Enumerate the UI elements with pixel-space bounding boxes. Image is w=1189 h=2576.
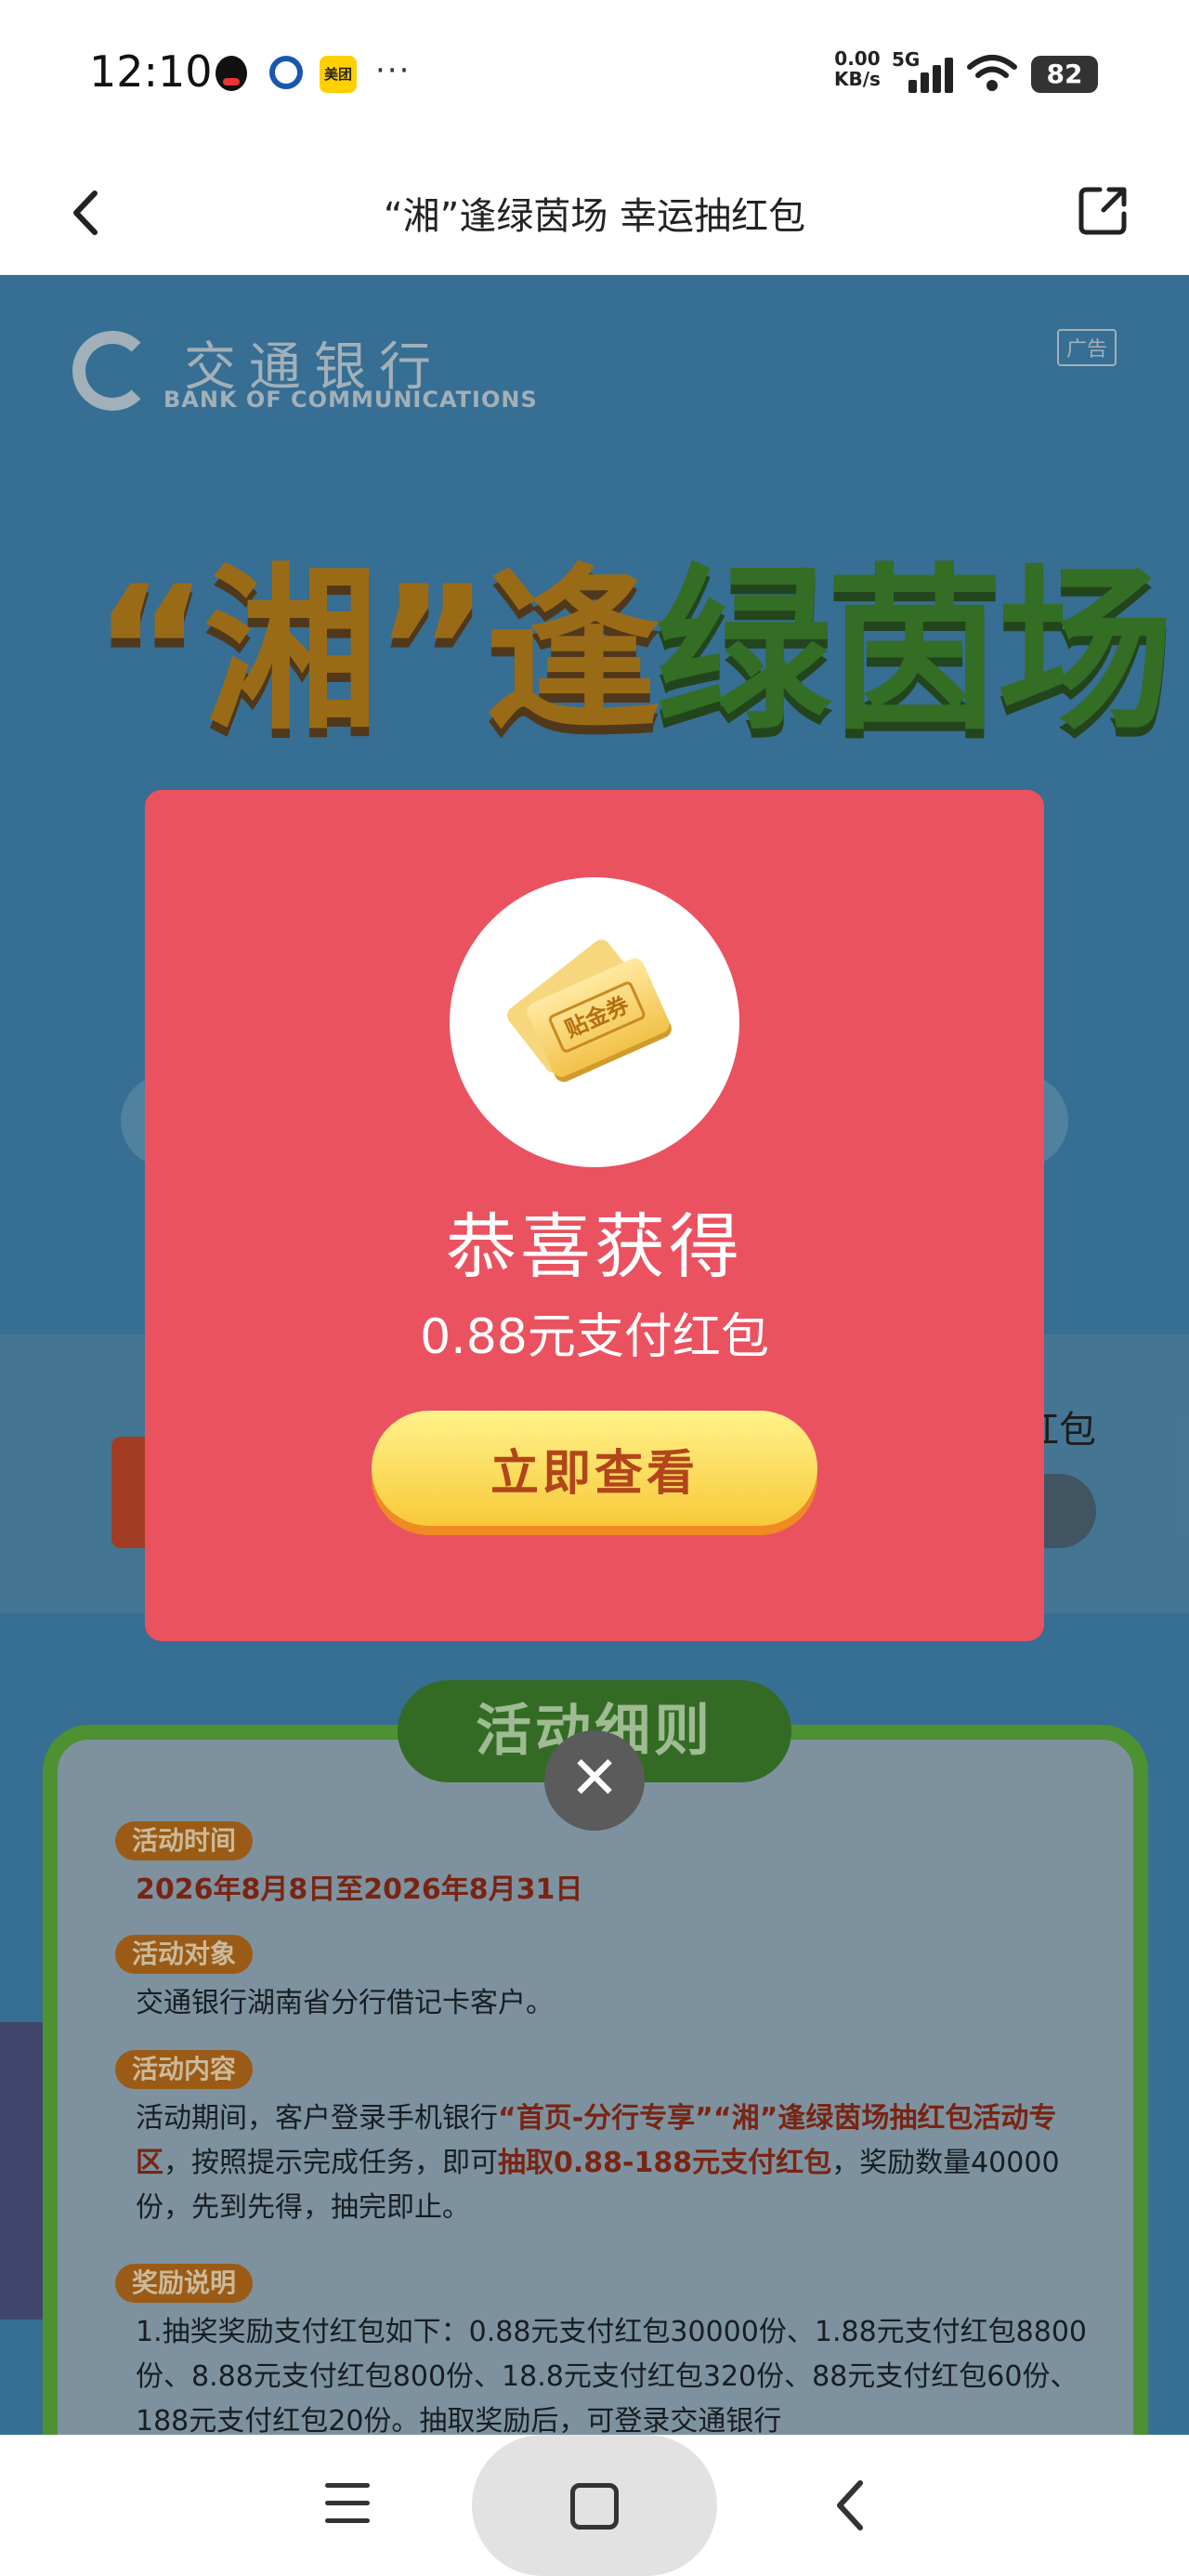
network-speed: 0.00 KB/s: [834, 48, 881, 89]
coupon-label: 贴金券: [546, 979, 647, 1055]
close-modal-button[interactable]: ✕: [544, 1730, 645, 1831]
network-speed-value: 0.00: [834, 47, 881, 70]
meituan-notification-icon: 美团: [320, 56, 357, 93]
qq-notification-icon: [216, 56, 247, 91]
coupon-icon-circle: 贴金券: [450, 877, 739, 1167]
more-notifications-icon: ···: [375, 52, 412, 89]
system-nav-bar: [0, 2435, 1189, 2576]
prize-modal: 贴金券 恭喜获得 0.88元支付红包 立即查看: [145, 790, 1044, 1641]
modal-title: 恭喜获得: [446, 1205, 743, 1288]
battery-indicator: 82: [1031, 56, 1098, 93]
page-title: “湘”逢绿茵场 幸运抽红包: [383, 195, 806, 238]
status-bar: 12:10 美团 ··· 0.00 KB/s 5G 82: [0, 0, 1189, 149]
share-icon[interactable]: [1076, 182, 1131, 238]
home-icon[interactable]: [570, 2483, 619, 2530]
nav-back-icon[interactable]: [823, 2476, 879, 2535]
prize-amount: 0.88元支付红包: [420, 1309, 769, 1365]
wifi-icon: [967, 55, 1017, 91]
back-arrow-icon[interactable]: [59, 180, 115, 245]
view-now-button[interactable]: 立即查看: [372, 1411, 817, 1526]
bank-app-notification-icon: [269, 56, 303, 89]
status-time: 12:10: [89, 46, 213, 97]
network-speed-unit: KB/s: [834, 68, 881, 90]
signal-icon: [908, 56, 955, 93]
title-bar: “湘”逢绿茵场 幸运抽红包: [0, 149, 1189, 275]
recent-apps-icon[interactable]: [325, 2483, 370, 2524]
